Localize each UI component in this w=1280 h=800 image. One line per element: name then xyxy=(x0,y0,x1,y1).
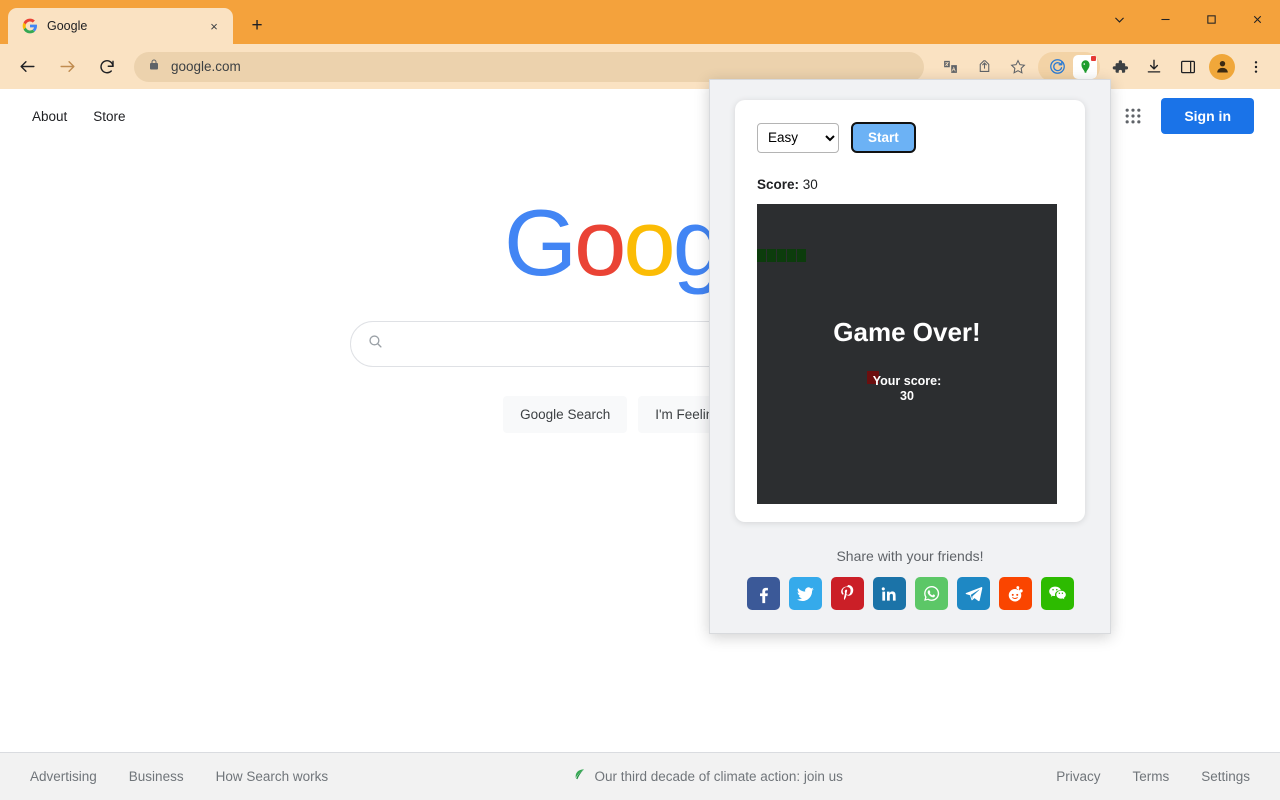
translate-icon[interactable] xyxy=(936,53,964,81)
google-footer: Advertising Business How Search works Ou… xyxy=(0,752,1280,800)
back-button[interactable] xyxy=(12,52,42,82)
google-favicon-icon xyxy=(22,18,38,34)
sign-in-button[interactable]: Sign in xyxy=(1161,98,1254,134)
game-canvas[interactable]: Game Over! Your score: 30 xyxy=(757,204,1057,504)
minimize-button[interactable] xyxy=(1142,0,1188,38)
score-label-text: Score: xyxy=(757,177,800,192)
share-whatsapp-icon[interactable] xyxy=(914,577,948,610)
share-linkedin-icon[interactable] xyxy=(872,577,906,610)
pinned-extensions-group xyxy=(1038,51,1100,82)
side-panel-icon[interactable] xyxy=(1174,53,1202,81)
game-over-score-value: 30 xyxy=(900,388,914,403)
close-window-button[interactable] xyxy=(1234,0,1280,38)
share-title: Share with your friends! xyxy=(836,548,984,564)
search-icon xyxy=(367,333,384,355)
footer-link-privacy[interactable]: Privacy xyxy=(1056,769,1100,784)
address-bar-url: google.com xyxy=(171,59,241,74)
lock-icon xyxy=(148,58,160,76)
snake-extension-popup: EasyMediumHard Start Score: 30 Game Over… xyxy=(709,79,1111,634)
share-pinterest-icon[interactable] xyxy=(830,577,864,610)
game-card: EasyMediumHard Start Score: 30 Game Over… xyxy=(735,100,1085,522)
game-over-score: Your score: 30 xyxy=(873,374,942,404)
tab-strip: Google × + xyxy=(0,0,1280,44)
game-over-title: Game Over! xyxy=(833,316,981,347)
share-facebook-icon[interactable] xyxy=(746,577,780,610)
share-reddit-icon[interactable] xyxy=(998,577,1032,610)
climate-action-link[interactable]: Our third decade of climate action: join… xyxy=(573,767,843,786)
share-icons-row xyxy=(746,577,1074,610)
header-link-store[interactable]: Store xyxy=(87,105,131,128)
browser-window: Google × + google.com About Store Sign i… xyxy=(0,0,1280,800)
climate-action-text[interactable]: Our third decade of climate action: join… xyxy=(594,769,842,784)
game-controls: EasyMediumHard Start xyxy=(757,122,1063,153)
footer-link-terms[interactable]: Terms xyxy=(1132,769,1169,784)
footer-link-business[interactable]: Business xyxy=(129,769,184,784)
footer-link-advertising[interactable]: Advertising xyxy=(30,769,97,784)
snake-extension-icon[interactable] xyxy=(1073,54,1097,79)
refresh-extension-icon[interactable] xyxy=(1043,53,1071,81)
tab-close-icon[interactable]: × xyxy=(205,17,223,35)
leaf-icon xyxy=(573,767,587,786)
share-telegram-icon[interactable] xyxy=(956,577,990,610)
header-link-about[interactable]: About xyxy=(26,105,73,128)
browser-tab[interactable]: Google × xyxy=(8,8,233,44)
chrome-menu-icon[interactable] xyxy=(1242,53,1270,81)
forward-button[interactable] xyxy=(52,52,82,82)
google-apps-grid-icon[interactable] xyxy=(1114,97,1152,135)
difficulty-select[interactable]: EasyMediumHard xyxy=(757,122,839,153)
game-over-score-label: Your score: xyxy=(872,373,942,388)
address-bar[interactable]: google.com xyxy=(134,51,924,82)
window-controls xyxy=(1096,0,1280,38)
maximize-button[interactable] xyxy=(1188,0,1234,38)
game-over-overlay: Game Over! Your score: 30 xyxy=(757,204,1057,504)
tab-search-chevron-icon[interactable] xyxy=(1096,0,1142,38)
footer-link-settings[interactable]: Settings xyxy=(1201,769,1250,784)
google-search-button[interactable]: Google Search xyxy=(503,396,628,433)
share-section: Share with your friends! xyxy=(746,548,1074,610)
reload-button[interactable] xyxy=(92,52,122,82)
tab-title: Google xyxy=(47,19,88,33)
share-icon[interactable] xyxy=(970,53,998,81)
score-value: 30 xyxy=(802,177,818,192)
extensions-puzzle-icon[interactable] xyxy=(1106,53,1134,81)
share-wechat-icon[interactable] xyxy=(1040,577,1074,610)
share-twitter-icon[interactable] xyxy=(788,577,822,610)
footer-link-how-search-works[interactable]: How Search works xyxy=(216,769,329,784)
score-label: Score: 30 xyxy=(757,177,1063,192)
bookmark-star-icon[interactable] xyxy=(1004,53,1032,81)
new-tab-button[interactable]: + xyxy=(242,11,272,41)
downloads-icon[interactable] xyxy=(1140,53,1168,81)
start-button[interactable]: Start xyxy=(851,122,916,153)
extension-badge xyxy=(1091,55,1096,61)
profile-avatar-icon[interactable] xyxy=(1209,53,1235,80)
